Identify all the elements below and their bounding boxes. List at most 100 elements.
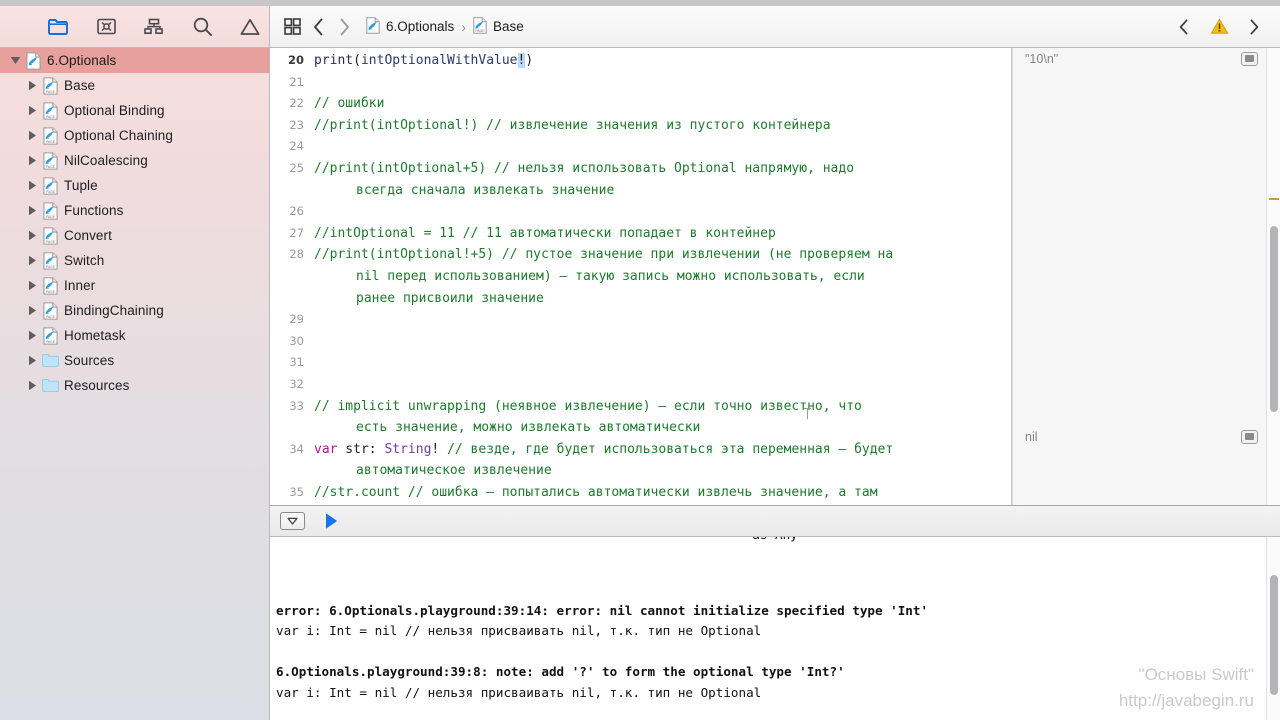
code-line[interactable]: 30 bbox=[270, 331, 1011, 353]
chevron-right-icon[interactable] bbox=[25, 155, 39, 166]
console-vertical-scrollbar[interactable] bbox=[1266, 537, 1280, 720]
search-icon[interactable] bbox=[191, 16, 213, 38]
chevron-right-icon[interactable] bbox=[25, 230, 39, 241]
hierarchy-icon[interactable] bbox=[143, 16, 165, 38]
warning-icon[interactable] bbox=[239, 16, 261, 38]
chevron-right-icon[interactable] bbox=[25, 180, 39, 191]
chevron-down-icon[interactable] bbox=[8, 56, 22, 65]
navigator-sidebar: 6.Optionals PAGE Base PAGE Optional Binding P… bbox=[0, 6, 270, 720]
console-scrollbar-thumb[interactable] bbox=[1270, 575, 1278, 695]
folder-icon[interactable] bbox=[47, 16, 69, 38]
code-text: //print(intOptional!+5) // пустое значен… bbox=[314, 244, 1011, 309]
chevron-right-icon[interactable] bbox=[25, 280, 39, 291]
sidebar-item-base[interactable]: PAGE Base bbox=[0, 73, 269, 98]
svg-text:PAGE: PAGE bbox=[45, 139, 55, 143]
code-line[interactable]: 33 // implicit unwrapping (неявное извлеч… bbox=[270, 396, 1011, 439]
result-value-row[interactable]: nil bbox=[1013, 426, 1266, 448]
sidebar-item-hometask[interactable]: PAGE Hometask bbox=[0, 323, 269, 348]
source-editor[interactable]: 20 print(intOptionalWithValue!) 21 22 // ош… bbox=[270, 48, 1012, 505]
sidebar-item-functions[interactable]: PAGE Functions bbox=[0, 198, 269, 223]
code-token: intOptionalWithValue bbox=[360, 53, 518, 68]
code-line[interactable]: 22 // ошибки bbox=[270, 93, 1011, 115]
sidebar-item-label: Functions bbox=[64, 203, 124, 218]
code-token: ! bbox=[431, 441, 448, 457]
show-result-button[interactable] bbox=[1241, 429, 1258, 444]
svg-text:PAGE: PAGE bbox=[45, 164, 55, 168]
version-editor-icon[interactable] bbox=[95, 16, 117, 38]
sidebar-item-tuple[interactable]: PAGE Tuple bbox=[0, 173, 269, 198]
sidebar-item-label: Optional Chaining bbox=[64, 128, 174, 143]
editor-vertical-scrollbar[interactable] bbox=[1266, 48, 1280, 505]
code-line[interactable]: 27 //intOptional = 11 // 11 автоматически… bbox=[270, 223, 1011, 245]
page-icon: PAGE bbox=[39, 276, 61, 295]
code-line[interactable]: 28 //print(intOptional!+5) // пустое знач… bbox=[270, 244, 1011, 309]
sidebar-item-switch[interactable]: PAGE Switch bbox=[0, 248, 269, 273]
chevron-right-icon[interactable] bbox=[25, 355, 39, 366]
code-line[interactable]: 34 var str: String! // везде, где будет и… bbox=[270, 439, 1011, 482]
sidebar-item-convert[interactable]: PAGE Convert bbox=[0, 223, 269, 248]
results-sidebar: "10\n" nil bbox=[1012, 48, 1280, 505]
issue-next-button[interactable] bbox=[1241, 14, 1267, 40]
code-line[interactable]: 29 bbox=[270, 309, 1011, 331]
code-line[interactable]: 26 bbox=[270, 201, 1011, 223]
code-line[interactable]: 32 bbox=[270, 374, 1011, 396]
page-icon: PAGE bbox=[473, 16, 487, 37]
page-icon: PAGE bbox=[39, 226, 61, 245]
sidebar-item-label: Inner bbox=[64, 278, 96, 293]
code-line[interactable]: 23 //print(intOptional!) // извлечение зн… bbox=[270, 115, 1011, 137]
code-lines: 20 print(intOptionalWithValue!) 21 22 // ош… bbox=[270, 48, 1011, 505]
sidebar-item-6-optionals[interactable]: 6.Optionals bbox=[0, 48, 269, 73]
chevron-right-icon[interactable] bbox=[25, 380, 39, 391]
result-value-row[interactable]: "10\n" bbox=[1013, 48, 1266, 70]
nav-forward-button[interactable] bbox=[331, 14, 357, 40]
chevron-right-icon[interactable] bbox=[25, 80, 39, 91]
issue-prev-button[interactable] bbox=[1171, 14, 1197, 40]
code-token: есть значение, можно извлекать автоматич… bbox=[356, 420, 701, 436]
chevron-right-icon[interactable] bbox=[25, 205, 39, 216]
window-body: 6.Optionals PAGE Base PAGE Optional Binding P… bbox=[0, 6, 1280, 720]
svg-text:PAGE: PAGE bbox=[45, 314, 55, 318]
run-button[interactable] bbox=[321, 511, 341, 531]
code-line[interactable]: 21 bbox=[270, 72, 1011, 94]
code-token: ) bbox=[525, 53, 534, 68]
sidebar-item-optional-chaining[interactable]: PAGE Optional Chaining bbox=[0, 123, 269, 148]
page-icon: PAGE bbox=[39, 151, 61, 170]
sidebar-item-optional-binding[interactable]: PAGE Optional Binding bbox=[0, 98, 269, 123]
sidebar-item-sources[interactable]: Sources bbox=[0, 348, 269, 373]
sidebar-item-inner[interactable]: PAGE Inner bbox=[0, 273, 269, 298]
code-line[interactable]: 35 //str.count // ошибка — попытались авт… bbox=[270, 482, 1011, 505]
breadcrumb-right-controls bbox=[1171, 14, 1271, 40]
chevron-right-icon[interactable] bbox=[25, 130, 39, 141]
chevron-right-icon[interactable] bbox=[25, 330, 39, 341]
line-number: 25 bbox=[289, 160, 304, 175]
code-line[interactable]: 25 //print(intOptional+5) // нельзя испол… bbox=[270, 158, 1011, 201]
code-token: var bbox=[314, 441, 338, 457]
code-token: // ошибки bbox=[314, 96, 385, 112]
scrollbar-thumb[interactable] bbox=[1270, 226, 1278, 412]
chevron-right-icon[interactable] bbox=[25, 305, 39, 316]
code-line[interactable]: 20 print(intOptionalWithValue!) bbox=[270, 50, 1011, 72]
nav-back-button[interactable] bbox=[305, 14, 331, 40]
code-line[interactable]: 24 bbox=[270, 136, 1011, 158]
breadcrumb-item-playground[interactable]: 6.Optionals bbox=[363, 16, 457, 38]
sidebar-item-label: 6.Optionals bbox=[47, 53, 117, 68]
code-token: всегда сначала извлекать значение bbox=[356, 182, 615, 198]
sidebar-item-bindingchaining[interactable]: PAGE BindingChaining bbox=[0, 298, 269, 323]
warning-icon[interactable] bbox=[1206, 14, 1232, 40]
svg-text:PAGE: PAGE bbox=[45, 289, 55, 293]
console-output[interactable]: as Any error: 6.Optionals.playground:39:… bbox=[270, 537, 1280, 720]
sidebar-item-nilcoalescing[interactable]: PAGE NilCoalescing bbox=[0, 148, 269, 173]
show-result-button[interactable] bbox=[1241, 51, 1258, 66]
console-toggle-button[interactable] bbox=[280, 512, 305, 530]
breadcrumb-label: 6.Optionals bbox=[386, 19, 455, 34]
console-partial-line: as Any bbox=[270, 537, 1280, 546]
console-line: var i: Int = nil // нельзя присваивать n… bbox=[276, 684, 762, 700]
sidebar-item-resources[interactable]: Resources bbox=[0, 373, 269, 398]
chevron-right-icon[interactable] bbox=[25, 255, 39, 266]
chevron-right-icon[interactable] bbox=[25, 105, 39, 116]
code-line[interactable]: 31 bbox=[270, 352, 1011, 374]
editor-options-icon[interactable] bbox=[279, 14, 305, 40]
breadcrumb-item-page[interactable]: PAGE Base bbox=[470, 16, 527, 38]
folder-blue-icon bbox=[39, 378, 61, 393]
